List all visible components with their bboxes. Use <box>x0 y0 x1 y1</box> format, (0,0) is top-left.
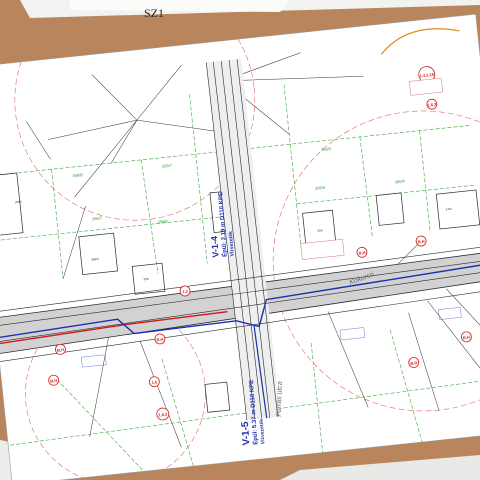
utility-site-plan: SZ1 V-1-4 Épül: 2.19 m D110 KPE Vízvezet… <box>0 0 480 480</box>
svg-text:B,H: B,H <box>156 337 163 343</box>
parcel-label: 359/A <box>91 257 99 262</box>
svg-text:B,H: B,H <box>417 239 424 245</box>
sheet-title: SZ1 <box>144 6 164 20</box>
street-name-forras: Forrás utca <box>276 381 284 417</box>
title-sheet <box>70 0 290 12</box>
svg-text:B,H: B,H <box>50 378 57 384</box>
svg-text:B,H: B,H <box>463 335 470 341</box>
lower-right-sheet <box>280 455 480 480</box>
map-stage: SZ1 V-1-4 Épül: 2.19 m D110 KPE Vízvezet… <box>0 0 480 480</box>
parcel-label: 35A <box>317 228 323 233</box>
svg-text:B,H: B,H <box>57 347 64 353</box>
main-sheet: V-1-4 Épül: 2.19 m D110 KPE Vízvezeték V… <box>0 13 480 480</box>
svg-text:1,6,2: 1,6,2 <box>158 411 168 417</box>
svg-text:1,6,2: 1,6,2 <box>427 102 437 108</box>
pipe-id: V-1-4 <box>209 236 220 258</box>
pipe-id: V-1-5 <box>240 421 253 446</box>
parcel-label: 14/A <box>446 207 453 212</box>
svg-text:B,R: B,R <box>410 360 417 366</box>
svg-text:B,H: B,H <box>358 250 365 256</box>
parcel-label: 358 <box>143 277 149 282</box>
parcel-label: 359A <box>15 200 22 205</box>
